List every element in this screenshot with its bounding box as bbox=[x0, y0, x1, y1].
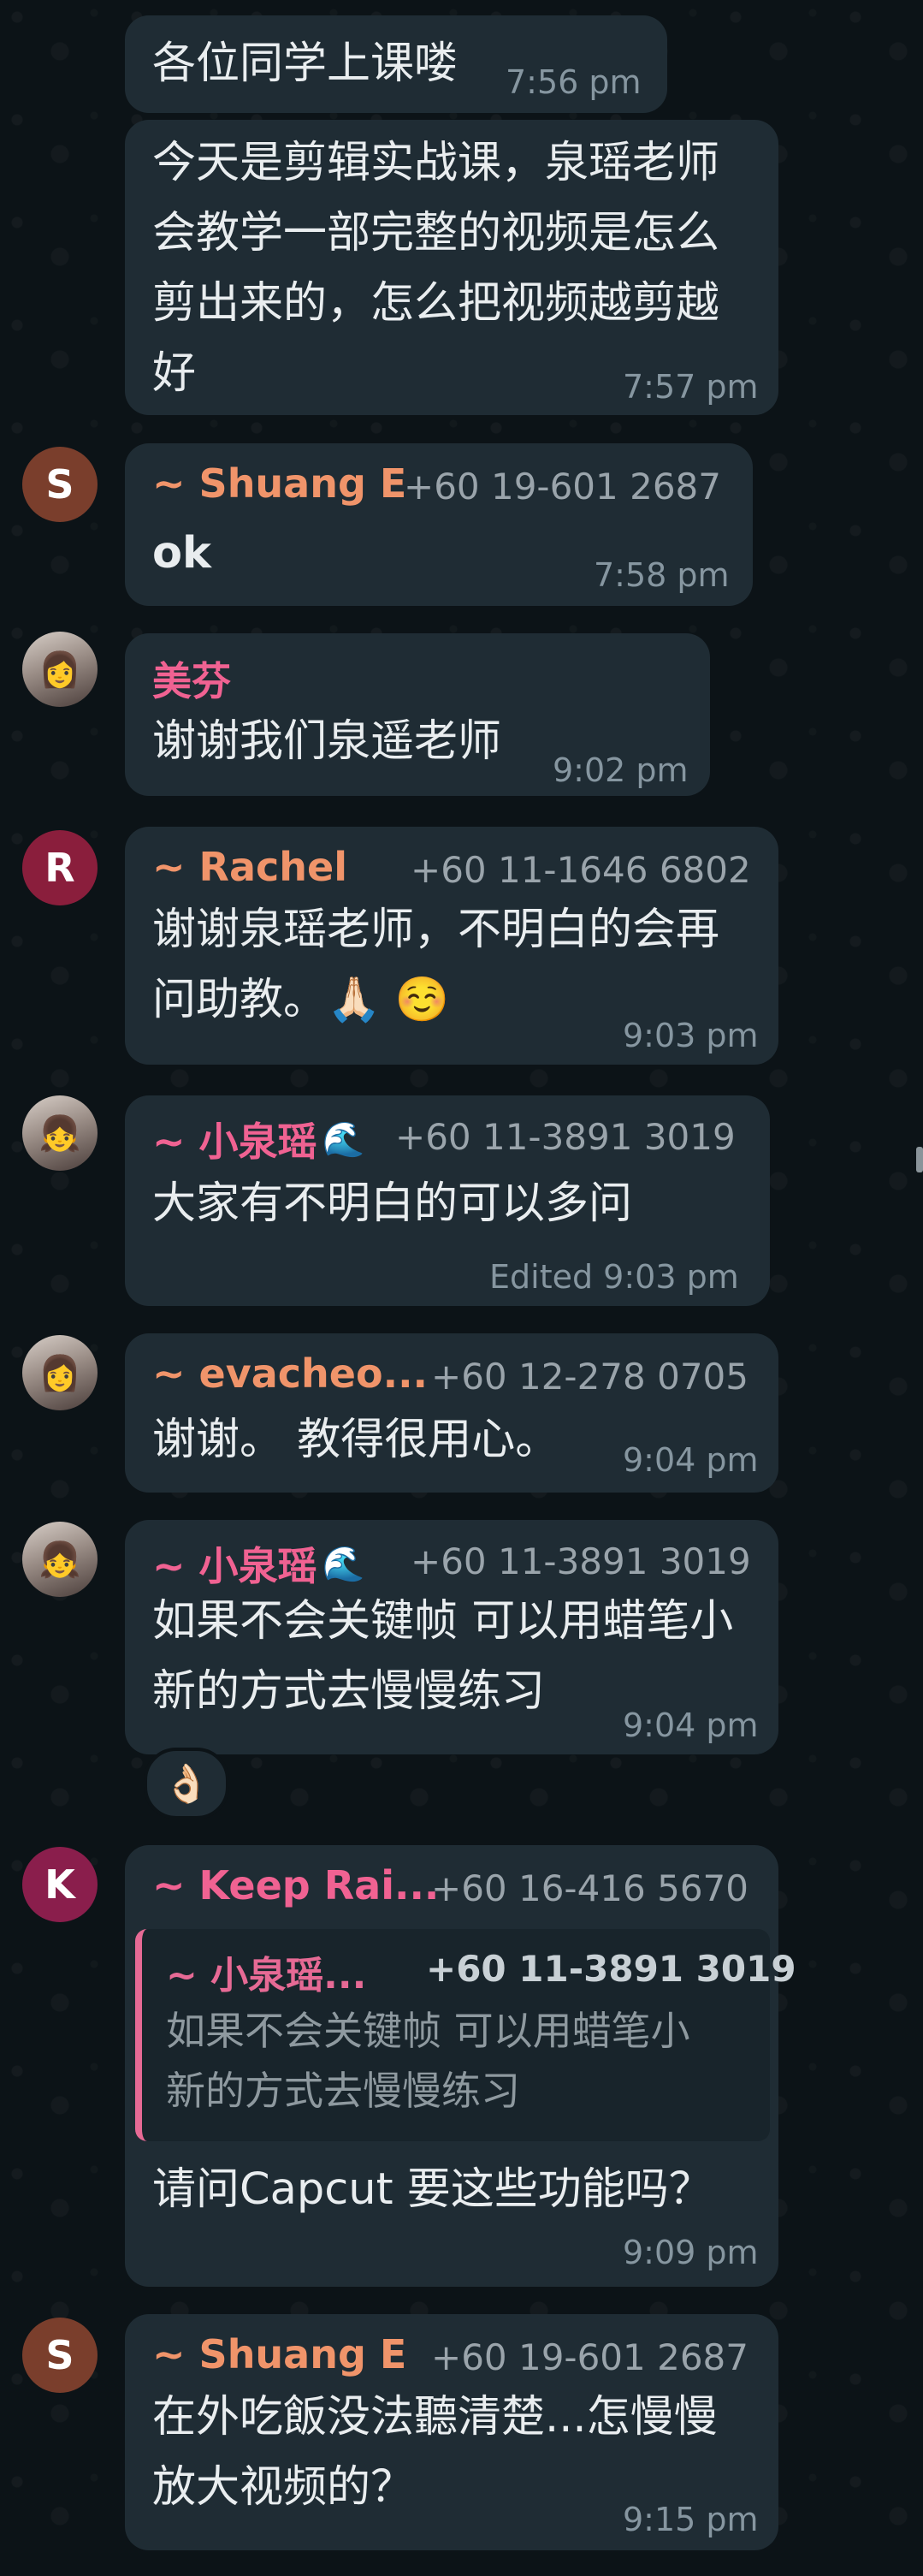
message-timestamp: 7:57 pm bbox=[623, 368, 759, 406]
message-bubble[interactable]: 今天是剪辑实战课，泉瑶老师 会教学一部完整的视频是怎么 剪出来的，怎么把视频越剪… bbox=[125, 120, 778, 415]
sender-name[interactable]: ~ Rachel bbox=[152, 844, 347, 890]
sender-phone: +60 19-601 2687 bbox=[431, 2336, 748, 2378]
message-text: 谢谢。 教得很用心。 bbox=[152, 1415, 559, 1465]
message-bubble[interactable]: ~ Shuang E +60 19-601 2687 在外吃飯没法聽清楚...怎… bbox=[125, 2314, 778, 2550]
avatar[interactable]: 👩 bbox=[22, 1335, 98, 1410]
wave-emoji: 🌊 bbox=[322, 1544, 365, 1584]
message-bubble[interactable]: ~ 小泉瑶 🌊 +60 11-3891 3019 如果不会关键帧 可以用蜡笔小 新… bbox=[125, 1520, 778, 1754]
avatar[interactable]: R bbox=[22, 830, 98, 905]
message-text: 今天是剪辑实战课，泉瑶老师 bbox=[152, 138, 720, 188]
avatar[interactable]: S bbox=[22, 447, 98, 522]
sender-phone: +60 12-278 0705 bbox=[431, 1356, 748, 1398]
user-photo-icon: 👧 bbox=[38, 1113, 81, 1154]
sender-name[interactable]: ~ Keep Rai... bbox=[152, 1862, 439, 1908]
avatar[interactable]: 👧 bbox=[22, 1522, 98, 1597]
avatar[interactable]: 👧 bbox=[22, 1095, 98, 1171]
message-text: 各位同学上课喽 bbox=[152, 39, 459, 89]
sender-phone: +60 11-3891 3019 bbox=[395, 1116, 736, 1158]
quoted-text: 如果不会关键帧 可以用蜡笔小 bbox=[166, 2008, 690, 2054]
message-bubble[interactable]: ~ Rachel +60 11-1646 6802 谢谢泉瑶老师，不明白的会再 … bbox=[125, 827, 778, 1065]
wave-emoji: 🌊 bbox=[322, 1119, 365, 1160]
message-bubble[interactable]: ~ Shuang E +60 19-601 2687 ok 7:58 pm bbox=[125, 443, 753, 606]
message-bubble[interactable]: ~ evacheo... +60 12-278 0705 谢谢。 教得很用心。 … bbox=[125, 1333, 778, 1493]
message-text: 问助教。🙏🏻 ☺️ bbox=[152, 975, 450, 1025]
message-bubble[interactable]: 各位同学上课喽 7:56 pm bbox=[125, 15, 667, 113]
message-timestamp: 9:09 pm bbox=[623, 2234, 759, 2271]
sender-phone: +60 16-416 5670 bbox=[431, 1867, 748, 1909]
message-text: 好 bbox=[152, 348, 197, 399]
message-text: 剪出来的，怎么把视频越剪越 bbox=[152, 278, 720, 329]
quoted-sender-name: ~ 小泉瑶... bbox=[166, 1954, 367, 1997]
message-text: 放大视频的？ bbox=[152, 2462, 415, 2513]
scrollbar[interactable] bbox=[916, 1147, 923, 1172]
avatar-letter: S bbox=[45, 461, 74, 507]
quoted-message[interactable]: ~ 小泉瑶... +60 11-3891 3019 如果不会关键帧 可以用蜡笔小… bbox=[135, 1929, 796, 2141]
user-photo-icon: 👩 bbox=[38, 650, 81, 690]
avatar-letter: S bbox=[45, 2332, 74, 2378]
avatar-letter: R bbox=[44, 845, 75, 891]
message-text: ok bbox=[152, 528, 211, 579]
message-timestamp: 7:56 pm bbox=[506, 63, 642, 101]
message-reaction[interactable]: 👌🏻 bbox=[144, 1748, 229, 1819]
avatar-letter: K bbox=[44, 1861, 75, 1908]
quoted-sender-phone: +60 11-3891 3019 bbox=[426, 1948, 796, 1990]
message-timestamp: 9:15 pm bbox=[623, 2501, 759, 2538]
ok-hand-icon: 👌🏻 bbox=[163, 1762, 210, 1806]
quoted-text: 新的方式去慢慢练习 bbox=[166, 2068, 520, 2114]
sender-phone: +60 11-1646 6802 bbox=[411, 849, 751, 891]
message-text: 谢谢我们泉遥老师 bbox=[152, 716, 502, 767]
user-photo-icon: 👧 bbox=[38, 1540, 81, 1580]
message-text: 大家有不明白的可以多问 bbox=[152, 1178, 633, 1229]
message-text: 在外吃飯没法聽清楚...怎慢慢 bbox=[152, 2392, 718, 2442]
sender-name[interactable]: ~ 小泉瑶 bbox=[152, 1111, 317, 1167]
message-text: 如果不会关键帧 可以用蜡笔小 bbox=[152, 1596, 734, 1647]
message-timestamp: Edited 9:03 pm bbox=[489, 1258, 739, 1296]
message-bubble[interactable]: ~ Keep Rai... +60 16-416 5670 ~ 小泉瑶... +… bbox=[125, 1845, 796, 2287]
sender-name[interactable]: ~ Shuang E bbox=[152, 2331, 406, 2377]
avatar[interactable]: K bbox=[22, 1847, 98, 1922]
message-timestamp: 7:58 pm bbox=[594, 556, 730, 594]
message-timestamp: 9:02 pm bbox=[553, 751, 689, 789]
message-timestamp: 9:04 pm bbox=[623, 1441, 759, 1479]
message-timestamp: 9:03 pm bbox=[623, 1017, 759, 1054]
user-photo-icon: 👩 bbox=[38, 1353, 81, 1393]
message-text: 新的方式去慢慢练习 bbox=[152, 1666, 546, 1717]
sender-name[interactable]: ~ 小泉瑶 bbox=[152, 1535, 317, 1592]
message-text: 会教学一部完整的视频是怎么 bbox=[152, 208, 720, 258]
sender-name[interactable]: 美芬 bbox=[152, 650, 231, 707]
sender-name[interactable]: ~ evacheo... bbox=[152, 1350, 428, 1397]
message-text: 请问Capcut 要这些功能吗？ bbox=[152, 2164, 713, 2215]
avatar[interactable]: S bbox=[22, 2318, 98, 2393]
message-text: 谢谢泉瑶老师，不明白的会再 bbox=[152, 905, 720, 955]
avatar[interactable]: 👩 bbox=[22, 632, 98, 707]
message-bubble[interactable]: 美芬 谢谢我们泉遥老师 9:02 pm bbox=[125, 633, 710, 796]
sender-phone: +60 19-601 2687 bbox=[404, 466, 721, 507]
sender-phone: +60 11-3891 3019 bbox=[411, 1540, 751, 1582]
message-timestamp: 9:04 pm bbox=[623, 1706, 759, 1744]
sender-name[interactable]: ~ Shuang E bbox=[152, 460, 406, 507]
message-bubble[interactable]: ~ 小泉瑶 🌊 +60 11-3891 3019 大家有不明白的可以多问 Edit… bbox=[125, 1095, 770, 1306]
